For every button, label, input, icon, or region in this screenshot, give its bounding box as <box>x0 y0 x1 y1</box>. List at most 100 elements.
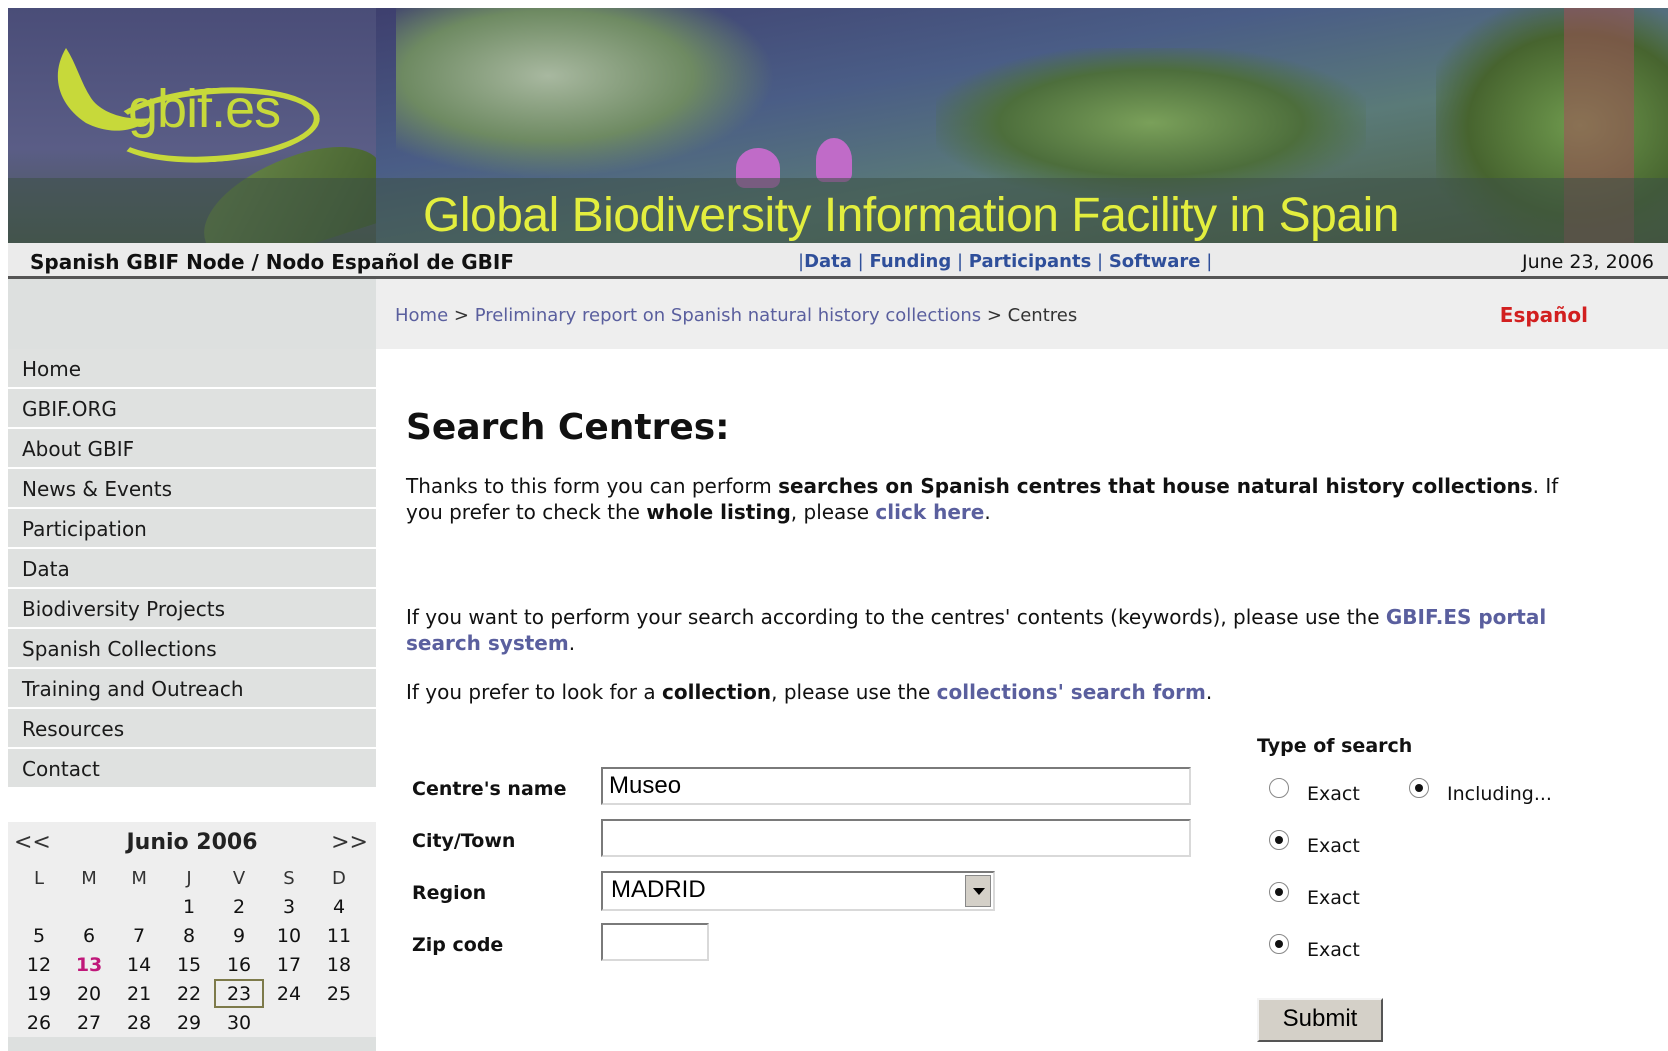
calendar-title: Junio 2006 <box>126 830 258 855</box>
top-link-funding[interactable]: Funding <box>869 251 951 272</box>
site-title: Global Biodiversity Information Facility… <box>423 189 1399 242</box>
sidebar-item-about-gbif[interactable]: About GBIF <box>8 429 376 469</box>
calendar-day[interactable]: 25 <box>314 979 364 1008</box>
separator: | <box>1097 251 1109 272</box>
sidebar-item-participation[interactable]: Participation <box>8 509 376 549</box>
weekday: J <box>186 867 192 889</box>
top-link-software[interactable]: Software <box>1109 251 1201 272</box>
calendar-day[interactable]: 13 <box>64 950 114 979</box>
calendar-day[interactable]: 3 <box>264 892 314 921</box>
calendar-day[interactable]: 16 <box>214 950 264 979</box>
text: , please <box>790 500 876 524</box>
sidebar-top-block <box>8 279 376 349</box>
zip-input[interactable] <box>601 923 709 961</box>
breadcrumb-separator: > <box>981 305 1008 326</box>
text: If you want to perform your search accor… <box>406 605 1386 629</box>
calendar-footer <box>8 1037 376 1051</box>
sidebar-item-training-outreach[interactable]: Training and Outreach <box>8 669 376 709</box>
calendar-week: 12 13 14 15 16 17 18 <box>14 950 364 979</box>
calendar-weekdays: L M M J V S D <box>14 864 364 892</box>
radio-label: Exact <box>1307 835 1360 857</box>
calendar-day[interactable]: 5 <box>14 921 64 950</box>
calendar-day[interactable]: 28 <box>114 1008 164 1037</box>
calendar-day[interactable]: 18 <box>314 950 364 979</box>
calendar-days: 1 2 3 4 5 6 7 8 9 10 11 12 13 14 15 16 17 18 19 20 21 22 23 24 2… <box>14 892 364 1037</box>
centre-name-label: Centre's name <box>412 778 567 800</box>
sidebar-item-gbif-org[interactable]: GBIF.ORG <box>8 389 376 429</box>
calendar-day[interactable]: 9 <box>214 921 264 950</box>
collections-search-link[interactable]: collections' search form <box>937 680 1206 704</box>
calendar-day[interactable]: 1 <box>164 892 214 921</box>
name-including-radio[interactable] <box>1409 778 1429 798</box>
text-bold: searches on Spanish centres that house n… <box>778 474 1533 498</box>
calendar-day[interactable]: 23 <box>214 979 265 1008</box>
top-bar: Spanish GBIF Node / Nodo Español de GBIF… <box>8 243 1668 279</box>
city-input[interactable] <box>601 819 1191 857</box>
calendar-day[interactable]: 15 <box>164 950 214 979</box>
breadcrumb: Home > Preliminary report on Spanish nat… <box>395 305 1077 326</box>
region-selected-value: MADRID <box>611 876 706 903</box>
top-link-data[interactable]: Data <box>804 251 852 272</box>
breadcrumb-separator: > <box>448 305 475 326</box>
calendar-day[interactable]: 21 <box>114 979 164 1008</box>
region-select[interactable]: MADRID <box>601 871 995 911</box>
plant-image <box>936 48 1366 198</box>
calendar-week: 5 6 7 8 9 10 11 <box>14 921 364 950</box>
name-exact-radio[interactable] <box>1269 778 1289 798</box>
separator: | <box>857 251 870 272</box>
sidebar-item-resources[interactable]: Resources <box>8 709 376 749</box>
sidebar-item-biodiversity-projects[interactable]: Biodiversity Projects <box>8 589 376 629</box>
breadcrumb-report[interactable]: Preliminary report on Spanish natural hi… <box>475 305 981 326</box>
calendar-day[interactable]: 10 <box>264 921 314 950</box>
calendar-next-button[interactable]: >> <box>331 830 368 855</box>
text: . <box>568 631 576 655</box>
calendar-week: 19 20 21 22 23 24 25 <box>14 979 364 1008</box>
calendar-day[interactable]: 6 <box>64 921 114 950</box>
sidebar-item-spanish-collections[interactable]: Spanish Collections <box>8 629 376 669</box>
text: , please use the <box>771 680 937 704</box>
centre-name-input[interactable] <box>601 767 1191 805</box>
radio-label: Exact <box>1307 887 1360 909</box>
sidebar-item-contact[interactable]: Contact <box>8 749 376 789</box>
radio-label: Exact <box>1307 939 1360 961</box>
calendar-empty-cell <box>14 892 64 921</box>
region-exact-radio[interactable] <box>1269 882 1289 902</box>
click-here-link[interactable]: click here <box>875 500 984 524</box>
sidebar-item-home[interactable]: Home <box>8 349 376 389</box>
calendar-day[interactable]: 19 <box>14 979 64 1008</box>
sidebar-item-data[interactable]: Data <box>8 549 376 589</box>
calendar-day[interactable]: 8 <box>164 921 214 950</box>
sidebar-item-news-events[interactable]: News & Events <box>8 469 376 509</box>
calendar-day[interactable]: 26 <box>14 1008 64 1037</box>
chevron-down-icon[interactable] <box>965 875 991 907</box>
breadcrumb-bar: Home > Preliminary report on Spanish nat… <box>8 279 1668 349</box>
calendar-day[interactable]: 17 <box>264 950 314 979</box>
separator: | <box>956 251 969 272</box>
collection-paragraph: If you prefer to look for a collection, … <box>406 679 1576 705</box>
weekday: M <box>81 867 97 889</box>
calendar-empty-cell <box>264 1008 314 1037</box>
language-link[interactable]: Español <box>1500 303 1588 327</box>
calendar-day[interactable]: 7 <box>114 921 164 950</box>
calendar: << Junio 2006 >> L M M J V S D 123456789… <box>8 822 376 1051</box>
calendar-day[interactable]: 30 <box>214 1008 264 1037</box>
calendar-day[interactable]: 24 <box>264 979 314 1008</box>
top-links: |Data | Funding | Participants | Softwar… <box>798 251 1212 272</box>
calendar-day[interactable]: 27 <box>64 1008 114 1037</box>
top-link-participants[interactable]: Participants <box>969 251 1092 272</box>
calendar-day[interactable]: 29 <box>164 1008 214 1037</box>
logo[interactable]: gbif.es <box>128 78 281 140</box>
calendar-day[interactable]: 4 <box>314 892 364 921</box>
breadcrumb-home[interactable]: Home <box>395 305 448 326</box>
calendar-day[interactable]: 2 <box>214 892 264 921</box>
calendar-day[interactable]: 14 <box>114 950 164 979</box>
calendar-day[interactable]: 12 <box>14 950 64 979</box>
sidebar-nav: Home GBIF.ORG About GBIF News & Events P… <box>8 349 376 789</box>
breadcrumb-current: Centres <box>1007 305 1078 326</box>
city-exact-radio[interactable] <box>1269 830 1289 850</box>
calendar-day[interactable]: 20 <box>64 979 114 1008</box>
submit-button[interactable]: Submit <box>1257 998 1383 1042</box>
calendar-day[interactable]: 22 <box>164 979 214 1008</box>
zip-exact-radio[interactable] <box>1269 934 1289 954</box>
calendar-day[interactable]: 11 <box>314 921 364 950</box>
